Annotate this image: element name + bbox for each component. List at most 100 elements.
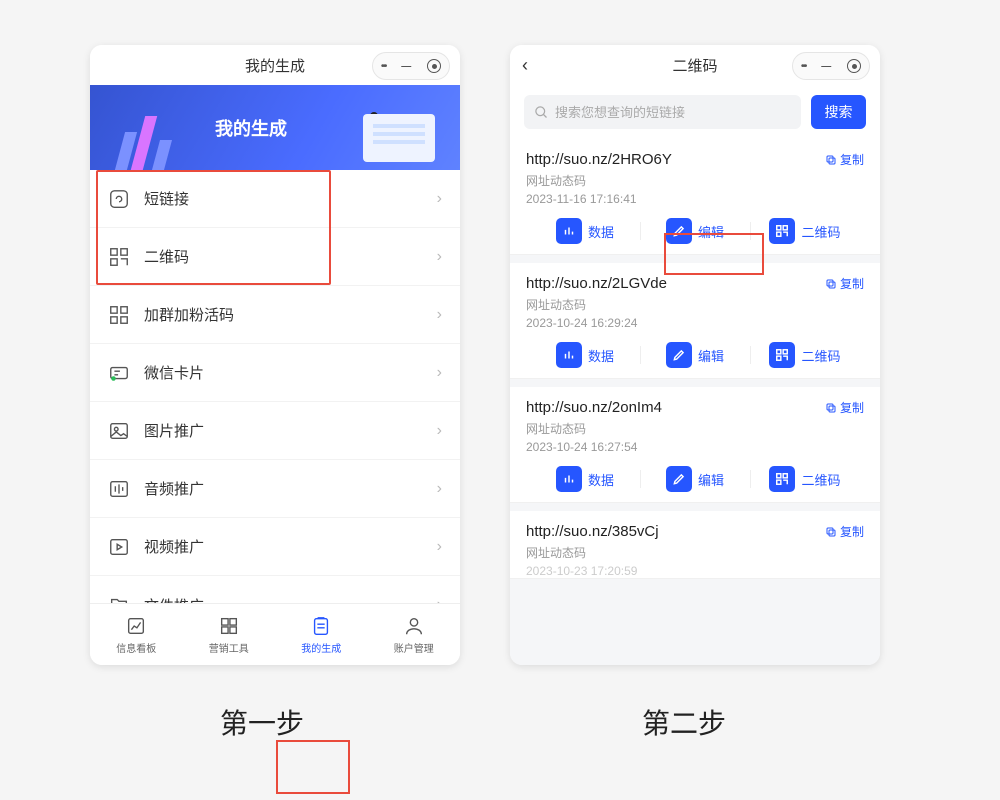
menu-qrcode[interactable]: 二维码 › [90,228,460,286]
qr-small-icon [769,466,795,492]
highlight-box-tab [276,740,350,794]
more-icon[interactable]: ••• [801,61,806,72]
search-input-wrap[interactable] [524,95,801,129]
link-icon [108,188,130,210]
search-button[interactable]: 搜索 [811,95,866,129]
link-time: 2023-10-24 16:29:24 [526,316,864,330]
more-icon[interactable]: ••• [381,61,386,72]
action-qr[interactable]: 二维码 [750,342,860,368]
card-icon [108,362,130,384]
action-edit[interactable]: 编辑 [640,466,750,492]
copy-button[interactable]: 复制 [825,275,864,292]
close-icon[interactable] [847,59,861,73]
menu-audio-promo[interactable]: 音频推广 › [90,460,460,518]
link-url: http://suo.nz/385vCj [526,523,659,540]
link-card: http://suo.nz/2LGVde 复制 网址动态码 2023-10-24… [510,263,880,379]
link-time: 2023-10-23 17:20:59 [526,564,864,578]
page-title: 我的生成 [245,55,305,76]
link-time: 2023-11-16 17:16:41 [526,192,864,206]
searchbar: 搜索 [510,85,880,139]
phone-left: 我的生成 ••• — 我的生成 短链接 › 二维码 › [90,45,460,665]
link-card: http://suo.nz/2onIm4 复制 网址动态码 2023-10-24… [510,387,880,503]
step-label-1: 第一步 [220,702,304,742]
qr-icon [108,246,130,268]
copy-button[interactable]: 复制 [825,399,864,416]
phone-right: ‹ 二维码 ••• — 搜索 http://suo.nz/2HRO6Y 复制 [510,45,880,665]
link-type: 网址动态码 [526,296,864,313]
chevron-right-icon: › [437,364,442,382]
bars-icon [556,218,582,244]
menu-image-promo[interactable]: 图片推广 › [90,402,460,460]
close-icon[interactable] [427,59,441,73]
qr-small-icon [769,342,795,368]
tabbar: 信息看板 营销工具 我的生成 账户管理 [90,603,460,665]
copy-icon [825,154,837,166]
menu-shortlink[interactable]: 短链接 › [90,170,460,228]
tools-icon [218,615,240,637]
link-type: 网址动态码 [526,420,864,437]
link-card: http://suo.nz/385vCj 复制 网址动态码 2023-10-23… [510,511,880,579]
bars-icon [556,466,582,492]
link-time: 2023-10-24 16:27:54 [526,440,864,454]
menu-list: 短链接 › 二维码 › 加群加粉活码 › 微信卡片 › 图片推广 › [90,170,460,603]
chevron-right-icon: › [437,190,442,208]
chevron-right-icon: › [437,480,442,498]
wechat-capsule[interactable]: ••• — [792,52,870,80]
notebook-icon [310,615,332,637]
copy-button[interactable]: 复制 [825,151,864,168]
action-data[interactable]: 数据 [530,466,640,492]
tab-dashboard[interactable]: 信息看板 [90,604,183,665]
copy-icon [825,278,837,290]
chevron-right-icon: › [437,248,442,266]
action-data[interactable]: 数据 [530,218,640,244]
link-type: 网址动态码 [526,172,864,189]
link-url: http://suo.nz/2onIm4 [526,399,662,416]
menu-wechat-card[interactable]: 微信卡片 › [90,344,460,402]
minimize-icon[interactable]: — [821,61,831,72]
menu-video-promo[interactable]: 视频推广 › [90,518,460,576]
chevron-right-icon: › [437,306,442,324]
chevron-right-icon: › [437,538,442,556]
link-url: http://suo.nz/2HRO6Y [526,151,672,168]
action-edit[interactable]: 编辑 [640,218,750,244]
link-card: http://suo.nz/2HRO6Y 复制 网址动态码 2023-11-16… [510,139,880,255]
menu-group-qr[interactable]: 加群加粉活码 › [90,286,460,344]
action-edit[interactable]: 编辑 [640,342,750,368]
link-list: http://suo.nz/2HRO6Y 复制 网址动态码 2023-11-16… [510,139,880,665]
file-icon [108,594,130,603]
chevron-right-icon: › [437,596,442,603]
page-title: 二维码 [672,55,717,76]
minimize-icon[interactable]: — [401,61,411,72]
copy-icon [825,402,837,414]
pencil-icon [666,342,692,368]
topbar: ‹ 二维码 ••• — [510,45,880,85]
user-icon [403,615,425,637]
bars-icon [556,342,582,368]
search-input[interactable] [555,105,791,120]
tab-tools[interactable]: 营销工具 [183,604,276,665]
audio-icon [108,478,130,500]
action-qr[interactable]: 二维码 [750,466,860,492]
image-icon [108,420,130,442]
wechat-capsule[interactable]: ••• — [372,52,450,80]
action-data[interactable]: 数据 [530,342,640,368]
banner: 我的生成 [90,85,460,170]
chevron-right-icon: › [437,422,442,440]
qr-small-icon [769,218,795,244]
pencil-icon [666,466,692,492]
tab-account[interactable]: 账户管理 [368,604,461,665]
dashboard-icon [125,615,147,637]
link-type: 网址动态码 [526,544,864,561]
link-url: http://suo.nz/2LGVde [526,275,667,292]
group-qr-icon [108,304,130,326]
step-label-2: 第二步 [642,702,726,742]
back-icon[interactable]: ‹ [522,55,528,76]
tab-my-generate[interactable]: 我的生成 [275,604,368,665]
topbar: 我的生成 ••• — [90,45,460,85]
action-qr[interactable]: 二维码 [750,218,860,244]
banner-title: 我的生成 [215,115,287,141]
copy-button[interactable]: 复制 [825,523,864,540]
menu-file-promo[interactable]: 文件推广 › [90,576,460,603]
search-icon [534,105,549,120]
video-icon [108,536,130,558]
